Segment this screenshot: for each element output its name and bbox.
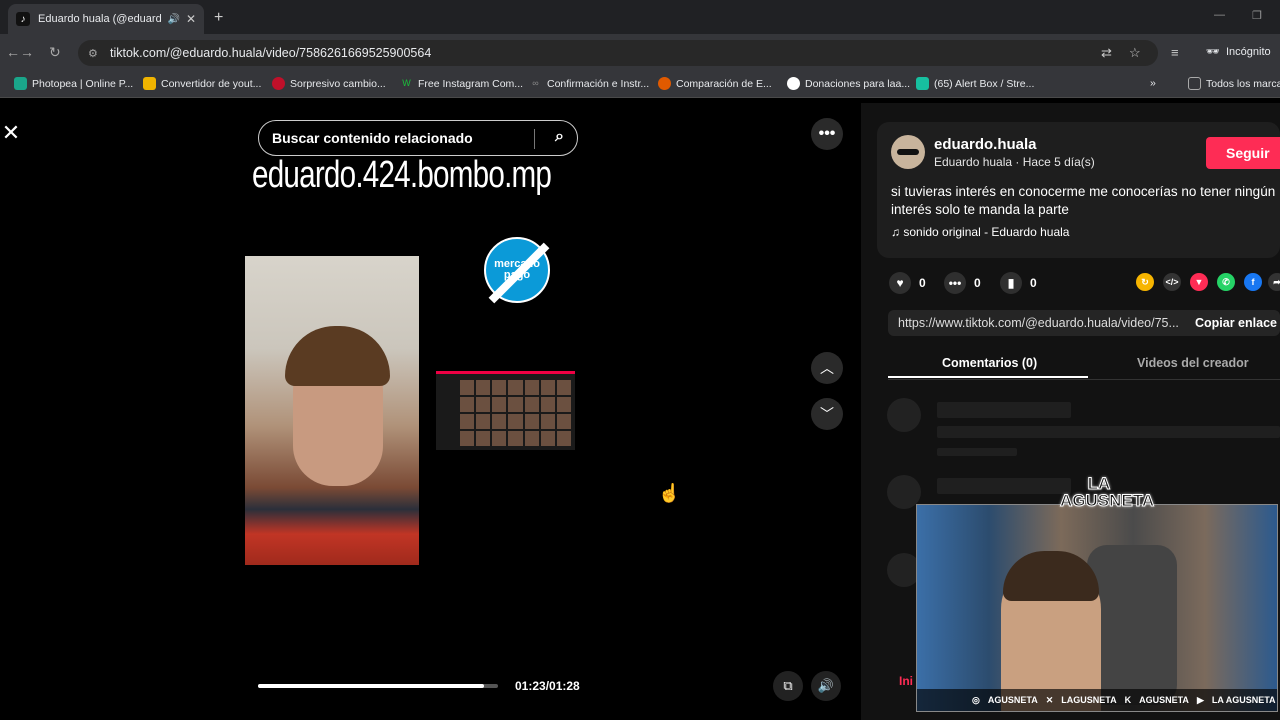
video-screenshot-inset (436, 371, 575, 450)
music-link[interactable]: ♫ sonido original - Eduardo huala (891, 225, 1069, 239)
tab-creator-videos[interactable]: Videos del creador (1137, 356, 1249, 370)
like-stat[interactable]: ♥ 0 (889, 272, 926, 294)
incognito-label: Incógnito (1225, 45, 1271, 58)
url-text: tiktok.com/@eduardo.huala/video/75862616… (110, 46, 432, 60)
comment-skeleton-line (937, 426, 1280, 438)
new-tab-button[interactable]: + (214, 9, 223, 27)
volume-icon[interactable]: 🔊 (811, 671, 841, 701)
comment-skeleton-line (937, 448, 1017, 456)
converter-icon (143, 77, 156, 90)
bookmark-star-icon[interactable]: ☆ (1129, 45, 1141, 61)
forward-icon[interactable]: → (20, 44, 34, 60)
browser-tab-bar: ♪ Eduardo huala (@eduardo.h 🔊 ✕ + — ❐ (0, 0, 1280, 34)
active-tab-indicator (888, 376, 1088, 378)
kick-icon: K (1124, 695, 1132, 705)
video-description: si tuvieras interés en conocerme me cono… (891, 184, 1276, 217)
video-progress-bar[interactable] (258, 684, 498, 688)
reading-list-icon[interactable]: ≡ (1171, 45, 1179, 60)
folder-icon (1188, 77, 1201, 90)
embed-icon[interactable]: </> (1163, 273, 1181, 291)
search-icon[interactable]: ⌕ (555, 128, 564, 146)
facebook-icon[interactable]: f (1244, 273, 1262, 291)
comment-skeleton-line (937, 478, 1071, 494)
close-video-icon[interactable]: ✕ (0, 120, 22, 146)
bookmark-item[interactable]: (65) Alert Box / Stre... (916, 77, 1034, 90)
search-placeholder: Buscar contenido relacionado (272, 130, 473, 146)
more-bookmarks-icon[interactable]: » (1150, 77, 1156, 89)
bookmarks-bar: Photopea | Online P... Convertidor de yo… (0, 70, 1280, 98)
more-options-icon[interactable]: ••• (811, 118, 843, 150)
photopea-icon (14, 77, 27, 90)
link-icon: ∞ (532, 78, 539, 88)
minimize-icon[interactable]: — (1214, 9, 1225, 21)
bookmark-item[interactable]: Donaciones para laa... (787, 77, 910, 90)
close-tab-icon[interactable]: ✕ (186, 12, 196, 26)
bookmark-item[interactable]: Sorpresivo cambio... (272, 77, 386, 90)
login-link-partial[interactable]: Ini (899, 674, 913, 688)
previous-video-icon[interactable]: ︿ (811, 352, 843, 384)
avatar[interactable] (891, 135, 925, 169)
video-person-frame (245, 256, 419, 565)
save-stat[interactable]: ▮ 0 (1000, 272, 1037, 294)
site-info-icon[interactable]: ⚙ (88, 47, 102, 60)
video-overlay-title: eduardo.424.bombo.mp (252, 154, 552, 196)
instagram-tool-icon: W (402, 78, 411, 88)
incognito-icon: 🕶 (1206, 46, 1220, 58)
incognito-indicator[interactable]: 🕶 Incógnito (1206, 45, 1271, 59)
streamer-logo-badge: LA AGUSNETA (1060, 474, 1155, 510)
mercado-pago-logo: mercado pago (484, 237, 550, 303)
reload-icon[interactable]: ↻ (49, 44, 61, 61)
bookmark-item[interactable]: ∞ Confirmación e Instr... (529, 77, 649, 90)
bookmark-item[interactable]: Photopea | Online P... (14, 77, 133, 90)
streamer-webcam-overlay: ◎ AGUSNETA ✕ LAGUSNETA K AGUSNETA ▶ LA AGUSN… (916, 504, 1278, 712)
whatsapp-icon[interactable]: ✆ (1217, 273, 1235, 291)
youtube-icon: ▶ (1196, 694, 1204, 705)
progress-fill (258, 684, 484, 688)
comment-skeleton-line (937, 402, 1071, 418)
browser-tab[interactable]: ♪ Eduardo huala (@eduardo.h 🔊 ✕ (8, 4, 204, 34)
instagram-icon: ◎ (972, 694, 980, 705)
tiktok-icon: ♪ (16, 12, 30, 26)
video-time: 01:23/01:28 (515, 679, 580, 693)
send-icon[interactable]: ▼ (1190, 273, 1208, 291)
heart-icon[interactable]: ♥ (889, 272, 911, 294)
bookmark-item[interactable]: W Free Instagram Com... (400, 77, 523, 90)
news-icon (272, 77, 285, 90)
more-share-icon[interactable]: ➦ (1268, 273, 1280, 291)
floating-player-icon[interactable]: ⧉ (773, 671, 803, 701)
comment-stat[interactable]: ••• 0 (944, 272, 981, 294)
x-icon: ✕ (1045, 694, 1054, 705)
follow-button[interactable]: Seguir (1206, 137, 1280, 169)
comment-skeleton-avatar (887, 398, 921, 432)
tab-comments[interactable]: Comentarios (0) (942, 356, 1037, 370)
comment-icon[interactable]: ••• (944, 272, 966, 294)
url-bar[interactable]: ⚙ tiktok.com/@eduardo.huala/video/758626… (78, 40, 1158, 66)
speaker-icon[interactable]: 🔊 (167, 14, 179, 25)
back-icon[interactable]: ← (6, 44, 20, 60)
maximize-icon[interactable]: ❐ (1252, 9, 1262, 22)
tab-title: Eduardo huala (@eduardo.h (38, 13, 162, 25)
author-subline: Eduardo huala · Hace 5 día(s) (934, 155, 1095, 169)
music-note-icon: ♫ (891, 225, 904, 239)
compare-icon (658, 77, 671, 90)
divider (534, 129, 535, 149)
social-handles-bar: ◎ AGUSNETA ✕ LAGUSNETA K AGUSNETA ▶ LA AGUSN… (917, 689, 1277, 711)
hand-cursor-icon: ☝ (658, 483, 681, 503)
donation-icon (787, 77, 800, 90)
copy-link-button[interactable]: Copiar enlace (1195, 316, 1277, 330)
all-bookmarks-folder[interactable]: Todos los marca (1188, 77, 1280, 90)
repost-icon[interactable]: ↻ (1136, 273, 1154, 291)
next-video-icon[interactable]: ﹀ (811, 398, 843, 430)
bookmark-item[interactable]: Convertidor de yout... (143, 77, 261, 90)
related-search-input[interactable]: Buscar contenido relacionado ⌕ (258, 120, 578, 156)
author-username[interactable]: eduardo.huala (934, 136, 1037, 153)
streamlabs-icon (916, 77, 929, 90)
bookmark-icon[interactable]: ▮ (1000, 272, 1022, 294)
translate-icon[interactable]: ⇄ (1101, 45, 1112, 61)
bookmark-item[interactable]: Comparación de E... (658, 77, 772, 90)
